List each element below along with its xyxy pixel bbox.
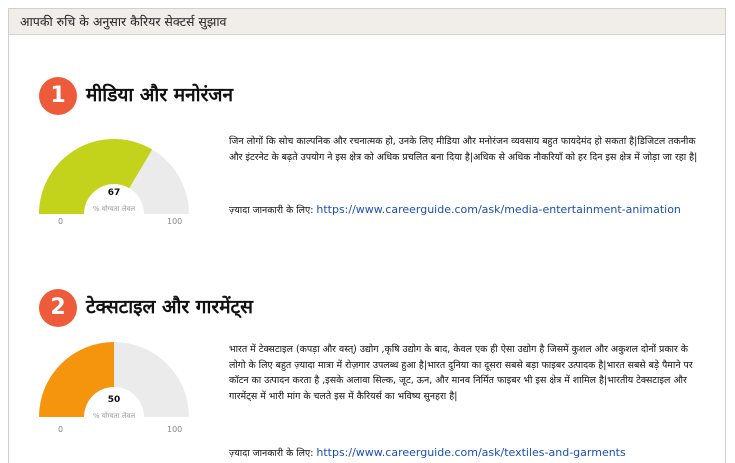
gauge-max-label: 100	[167, 425, 183, 434]
more-info-link[interactable]: https://www.careerguide.com/ask/media-en…	[316, 203, 681, 216]
gauge-caption: % योग्यता लेवल	[92, 412, 136, 420]
more-info-label: ज़्यादा जानकारी के लिए:	[229, 448, 314, 459]
career-title: मीडिया और मनोरंजन	[86, 84, 233, 106]
gauge-fill	[39, 139, 153, 214]
career-description: जिन लोगों कि सोच काल्पनिक और रचनात्मक हो…	[229, 136, 698, 163]
more-info-link[interactable]: https://www.careerguide.com/ask/textiles…	[316, 446, 625, 459]
more-info-label: ज़्यादा जानकारी के लिए:	[229, 205, 314, 216]
gauge-value: 67	[107, 188, 121, 198]
gauge-fill	[39, 342, 114, 417]
gauge-min-label: 0	[58, 425, 64, 434]
gauge-min-label: 0	[58, 217, 64, 226]
gauge-max-label: 100	[167, 217, 183, 226]
panel-title: आपकी रुचि के अनुसार कैरियर सेक्टर्स सुझा…	[9, 9, 725, 35]
more-info: ज़्यादा जानकारी के लिए: https://www.care…	[229, 203, 681, 216]
rank-badge: 1	[39, 77, 77, 115]
gauge-caption: % योग्यता लेवल	[92, 205, 136, 213]
career-suggestions-panel: आपकी रुचि के अनुसार कैरियर सेक्टर्स सुझा…	[8, 8, 726, 463]
more-info: ज़्यादा जानकारी के लिए: https://www.care…	[229, 446, 626, 459]
rank-badge: 2	[39, 289, 77, 327]
career-title: टेक्सटाइल और गारमेंट्स	[86, 296, 253, 318]
gauge-value: 50	[107, 395, 121, 405]
career-description: भारत में टेक्सटाइल (कपड़ा और वस्त्) उद्य…	[229, 344, 693, 402]
